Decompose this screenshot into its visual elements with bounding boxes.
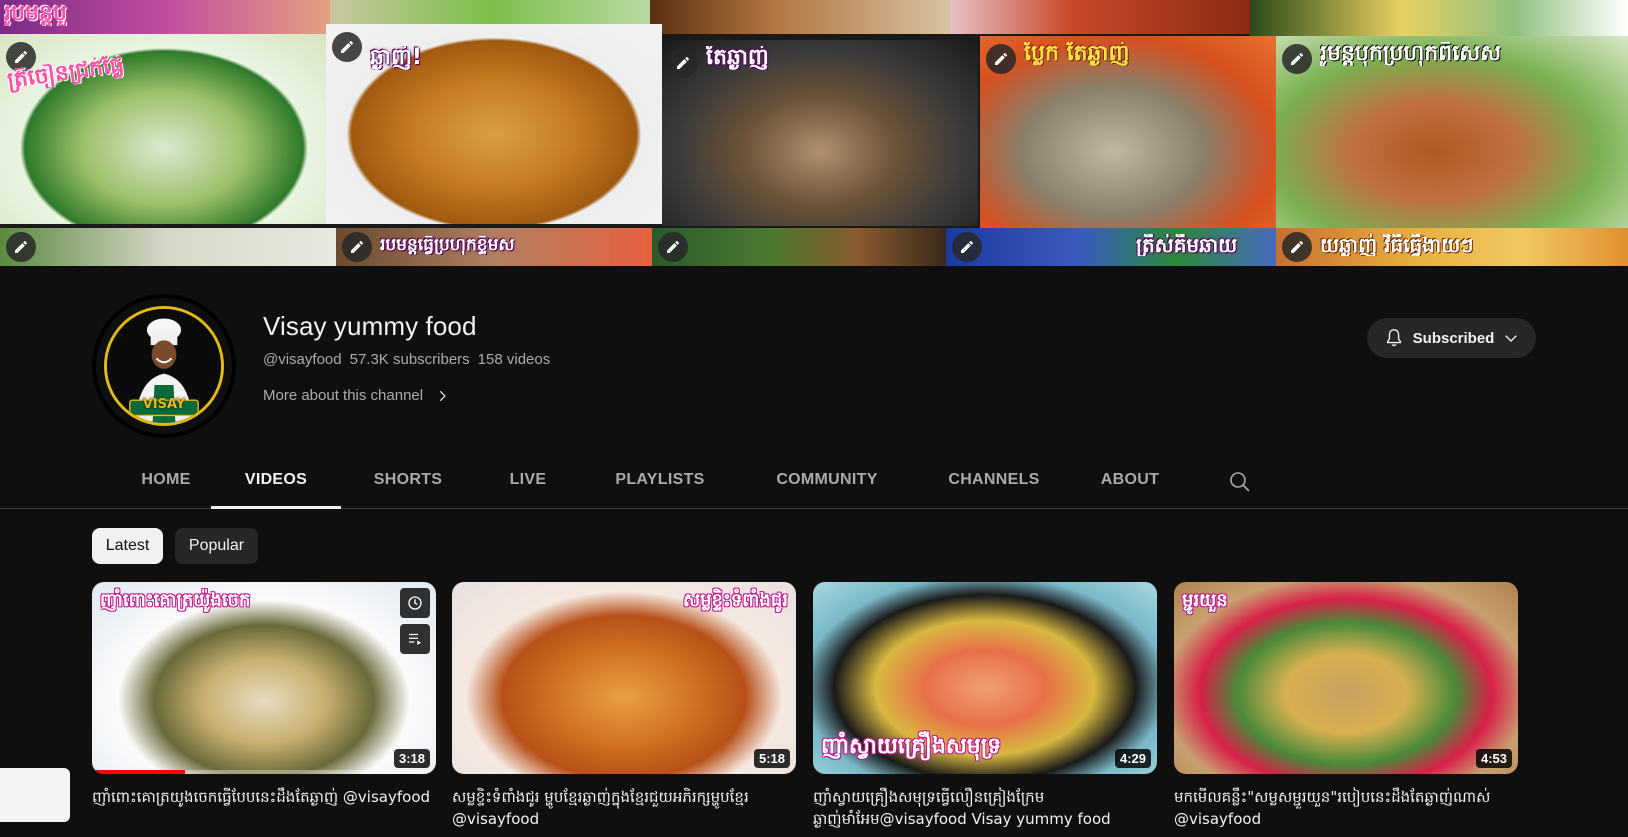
tab-videos[interactable]: VIDEOS — [211, 452, 341, 509]
banner-tile — [650, 0, 950, 34]
channel-avatar[interactable]: VISAY — [92, 294, 236, 438]
channel-banner: រូបមន្តបួ ត្រីចៀនជ្រក់ផ្លែ ឆ្ងាញ់! តែឆ្ង… — [0, 0, 1628, 266]
avatar-badge-text: VISAY — [142, 397, 186, 412]
avatar-image: VISAY — [104, 306, 224, 426]
channel-meta: @visayfood 57.3K subscribers 158 videos — [263, 351, 550, 368]
tab-channels[interactable]: CHANNELS — [915, 452, 1073, 508]
subscribed-button[interactable]: Subscribed — [1367, 318, 1536, 358]
banner-tile-caption: រូមន្តបុកប្រហុកពិសេស — [1320, 42, 1502, 66]
tab-shorts[interactable]: SHORTS — [341, 452, 475, 508]
banner-tile: ត្រីស់គីមឆាយ — [946, 228, 1276, 266]
video-card[interactable]: សម្លខ្ទិះទំពាំងជូរ 5:18 សម្លខ្ទិះទំពាំងជ… — [452, 582, 796, 830]
edit-icon[interactable] — [332, 32, 362, 62]
thumbnail-caption: ម្ជូរយួន — [1182, 590, 1228, 611]
video-card[interactable]: ញាំពោះគោត្រយ៉ូងចេក 3:18 ញាំពោះគោត្រយូងចេ… — [92, 582, 436, 808]
chip-latest[interactable]: Latest — [92, 528, 163, 564]
watch-later-icon[interactable] — [400, 588, 430, 618]
thumbnail-caption: សម្លខ្ទិះទំពាំងជូរ — [682, 590, 788, 611]
video-duration: 3:18 — [393, 749, 430, 768]
banner-tile: ត្រីចៀនជ្រក់ផ្លែ — [0, 34, 328, 224]
video-card[interactable]: ម្ជូរយួន 4:53 មកមើលគន្លឹះ"សម្លសម្ជួរយួន"… — [1174, 582, 1518, 830]
video-title[interactable]: ញាំពោះគោត្រយូងចេកធ្វើបែបនេះដឹងតែឆ្ងាញ់ @… — [92, 786, 436, 808]
tab-playlists[interactable]: PLAYLISTS — [581, 452, 739, 508]
search-icon[interactable] — [1228, 470, 1252, 494]
edit-icon[interactable] — [668, 48, 698, 78]
video-thumbnail[interactable]: ញាំស្វាយគ្រឿងសមុទ្រ 4:29 — [813, 582, 1157, 774]
video-thumbnail[interactable]: ម្ជូរយួន 4:53 — [1174, 582, 1518, 774]
video-thumbnail[interactable]: ញាំពោះគោត្រយ៉ូងចេក 3:18 — [92, 582, 436, 774]
banner-tile-caption: រូបមន្តបួ — [4, 2, 67, 26]
tab-community[interactable]: COMMUNITY — [739, 452, 915, 508]
edit-icon[interactable] — [952, 232, 982, 262]
banner-tile-caption: ឆ្ងាញ់! — [370, 46, 422, 70]
chip-popular[interactable]: Popular — [175, 528, 258, 564]
edit-icon[interactable] — [1282, 44, 1312, 74]
channel-name: Visay yummy food — [263, 311, 477, 341]
youtube-channel-page: រូបមន្តបួ ត្រីចៀនជ្រក់ផ្លែ ឆ្ងាញ់! តែឆ្ង… — [0, 0, 1628, 837]
video-count: 158 videos — [477, 351, 551, 368]
banner-tile — [0, 228, 336, 266]
more-about-label: More about this channel — [263, 387, 424, 404]
banner-tile — [950, 0, 1250, 34]
video-duration: 4:53 — [1475, 749, 1512, 768]
edit-icon[interactable] — [6, 232, 36, 262]
channel-handle: @visayfood — [263, 351, 342, 368]
banner-tile-caption: ត្រីចៀនជ្រក់ផ្លែ — [5, 52, 126, 94]
hover-actions — [400, 588, 430, 654]
bell-icon — [1386, 329, 1401, 347]
video-title[interactable]: សម្លខ្ទិះទំពាំងជូរ ម្ហូបខ្មែរឆ្ងាញ់ក្នុង… — [452, 786, 796, 830]
tab-about[interactable]: ABOUT — [1073, 452, 1187, 508]
banner-tile-caption: របមន្តធ្វើប្រហុកខ្ទឹមស — [380, 236, 515, 255]
banner-tile: រូបមន្តបួ — [0, 0, 330, 34]
channel-tabs: HOME VIDEOS SHORTS LIVE PLAYLISTS COMMUN… — [0, 452, 1628, 509]
video-thumbnail[interactable]: សម្លខ្ទិះទំពាំងជូរ 5:18 — [452, 582, 796, 774]
banner-tile: រូមន្តបុកប្រហុកពិសេស — [1276, 36, 1628, 228]
subscribed-label: Subscribed — [1412, 329, 1495, 347]
thumbnail-caption: ញាំស្វាយគ្រឿងសមុទ្រ — [821, 734, 1002, 759]
more-about-link[interactable]: More about this channel — [263, 387, 449, 404]
edit-icon[interactable] — [658, 232, 688, 262]
banner-tile-caption: តែឆ្ងាញ់ — [706, 46, 769, 70]
banner-tile: យឆ្ងាញ់ វិធីធ្វើងាយៗ — [1276, 228, 1628, 266]
banner-tile-caption: ត្រីស់គីមឆាយ — [1136, 234, 1238, 256]
edit-icon[interactable] — [986, 44, 1016, 74]
add-to-queue-icon[interactable] — [400, 624, 430, 654]
chevron-right-icon — [439, 390, 446, 401]
thumbnail-caption: ញាំពោះគោត្រយ៉ូងចេក — [100, 590, 251, 611]
watch-progress-bar — [92, 770, 185, 774]
banner-tile — [1250, 0, 1628, 36]
banner-tile-caption: ប្លែក តែឆ្ងាញ់ — [1024, 42, 1130, 66]
banner-tile: ប្លែក តែឆ្ងាញ់ — [980, 36, 1276, 228]
video-title[interactable]: មកមើលគន្លឹះ"សម្លសម្ជួរយួន"របៀបនេះដឹងតែឆ្… — [1174, 786, 1518, 830]
edit-icon[interactable] — [1282, 232, 1312, 262]
chevron-down-icon — [1505, 335, 1518, 342]
video-card[interactable]: ញាំស្វាយគ្រឿងសមុទ្រ 4:29 ញាំស្វាយគ្រឿងសម… — [813, 582, 1157, 830]
banner-tile: របមន្តធ្វើប្រហុកខ្ទឹមស — [336, 228, 652, 266]
banner-tile — [652, 228, 946, 266]
tab-live[interactable]: LIVE — [475, 452, 581, 508]
video-title[interactable]: ញាំស្វាយគ្រឿងសមុទ្រធ្វើលឿនគ្រៀងក្រែមឆ្ងា… — [813, 786, 1157, 830]
banner-tile: តែឆ្ងាញ់ — [662, 40, 978, 226]
video-duration: 4:29 — [1114, 749, 1151, 768]
banner-tile: ឆ្ងាញ់! — [326, 24, 662, 224]
video-duration: 5:18 — [753, 749, 790, 768]
edit-icon[interactable] — [342, 232, 372, 262]
subscriber-count: 57.3K subscribers — [349, 351, 470, 368]
banner-tile-caption: យឆ្ងាញ់ វិធីធ្វើងាយៗ — [1320, 234, 1474, 256]
overlay-panel — [0, 768, 70, 822]
